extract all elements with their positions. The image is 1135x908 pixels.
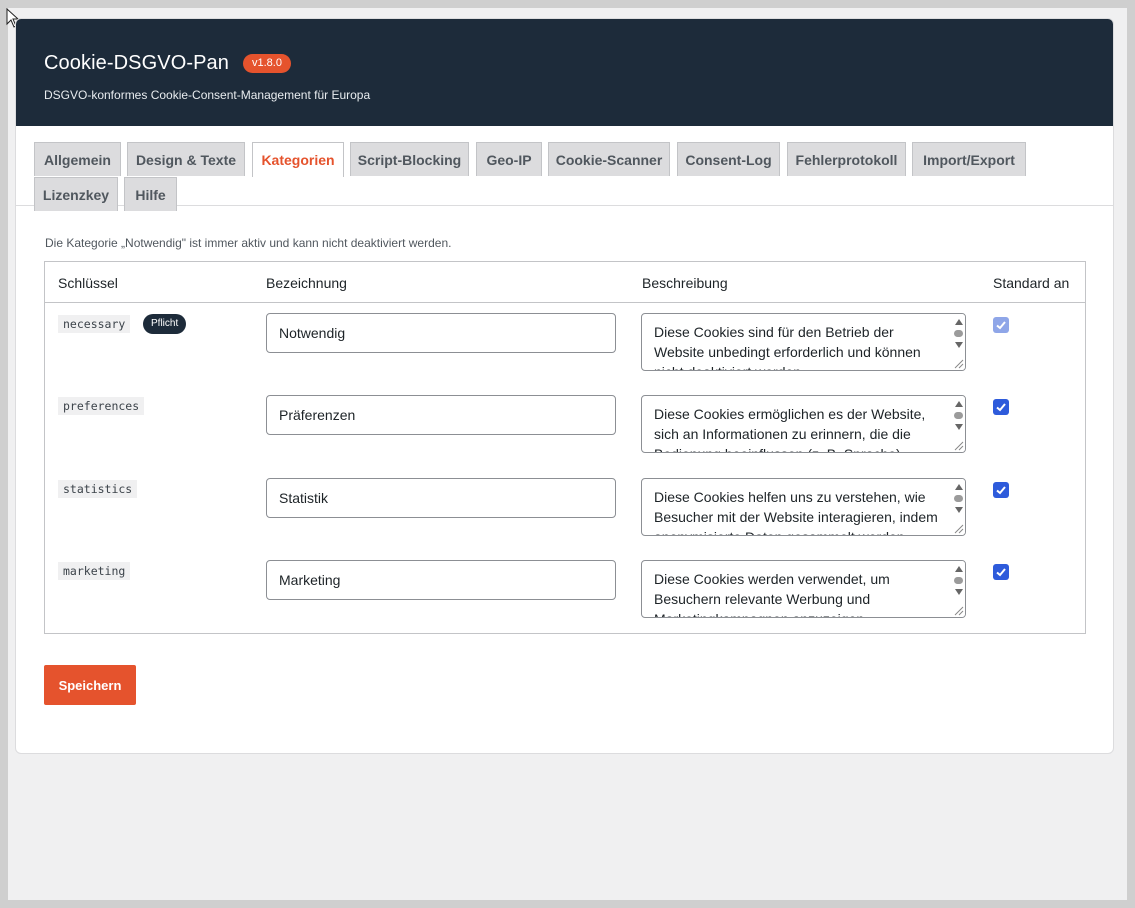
checkmark-icon	[996, 568, 1006, 577]
category-name-input[interactable]	[266, 395, 616, 435]
column-header-description: Beschreibung	[642, 275, 728, 291]
category-description-textarea[interactable]: Diese Cookies ermöglichen es der Website…	[641, 395, 966, 453]
category-key: marketing	[58, 562, 131, 580]
notice-text: Die Kategorie „Notwendig" ist immer akti…	[45, 236, 452, 250]
scroll-thumb[interactable]	[954, 495, 963, 502]
category-key: necessary	[58, 315, 131, 333]
tab-script-blocking[interactable]: Script-Blocking	[350, 142, 469, 176]
tab-hilfe[interactable]: Hilfe	[124, 177, 177, 211]
plugin-header: Cookie-DSGVO-Pan v1.8.0 DSGVO-konformes …	[16, 19, 1113, 126]
scroll-down-icon[interactable]	[955, 589, 963, 595]
scroll-up-icon[interactable]	[955, 566, 963, 572]
scroll-up-icon[interactable]	[955, 401, 963, 407]
scroll-down-icon[interactable]	[955, 507, 963, 513]
table-row: statistics Diese Cookies helfen uns zu v…	[45, 468, 1085, 550]
app-subtitle: DSGVO-konformes Cookie-Consent-Managemen…	[44, 88, 371, 102]
category-description-textarea[interactable]: Diese Cookies helfen uns zu verstehen, w…	[641, 478, 966, 536]
categories-table: Schlüssel Bezeichnung Beschreibung Stand…	[44, 261, 1086, 634]
tab-cookie-scanner[interactable]: Cookie-Scanner	[548, 142, 670, 176]
checkmark-icon	[996, 321, 1006, 330]
category-name-input[interactable]	[266, 560, 616, 600]
scroll-thumb[interactable]	[954, 412, 963, 419]
category-description-text: Diese Cookies sind für den Betrieb der W…	[654, 324, 921, 370]
tab-kategorien[interactable]: Kategorien	[252, 142, 344, 177]
category-name-input[interactable]	[266, 313, 616, 353]
column-header-key: Schlüssel	[58, 275, 118, 291]
tab-import-export[interactable]: Import/Export	[912, 142, 1026, 176]
scroll-up-icon[interactable]	[955, 484, 963, 490]
category-name-input[interactable]	[266, 478, 616, 518]
table-row: marketing Diese Cookies werden verwendet…	[45, 550, 1085, 632]
default-on-checkbox[interactable]	[993, 564, 1009, 580]
default-on-checkbox[interactable]	[993, 399, 1009, 415]
checkmark-icon	[996, 403, 1006, 412]
tab-allgemein[interactable]: Allgemein	[34, 142, 121, 176]
table-header: Schlüssel Bezeichnung Beschreibung Stand…	[45, 262, 1085, 303]
category-description-text: Diese Cookies ermöglichen es der Website…	[654, 406, 926, 452]
required-badge: Pflicht	[143, 314, 187, 334]
table-row: necessary Pflicht Diese Cookies sind für…	[45, 303, 1085, 385]
tab-lizenzkey[interactable]: Lizenzkey	[34, 177, 118, 211]
scroll-up-icon[interactable]	[955, 319, 963, 325]
tab-consent-log[interactable]: Consent-Log	[677, 142, 780, 176]
version-badge: v1.8.0	[243, 54, 291, 73]
save-button[interactable]: Speichern	[44, 665, 136, 705]
scroll-thumb[interactable]	[954, 577, 963, 584]
table-row: preferences Diese Cookies ermöglichen es…	[45, 385, 1085, 467]
scroll-down-icon[interactable]	[955, 342, 963, 348]
column-header-name: Bezeichnung	[266, 275, 347, 291]
settings-panel: Cookie-DSGVO-Pan v1.8.0 DSGVO-konformes …	[15, 18, 1114, 754]
app-title: Cookie-DSGVO-Pan	[44, 52, 229, 74]
checkmark-icon	[996, 486, 1006, 495]
column-header-default-on: Standard an	[993, 275, 1070, 291]
tab-bar: Allgemein Design & Texte Kategorien Scri…	[16, 126, 1113, 211]
tab-fehlerprotokoll[interactable]: Fehlerprotokoll	[787, 142, 906, 176]
default-on-checkbox[interactable]	[993, 482, 1009, 498]
category-description-text: Diese Cookies helfen uns zu verstehen, w…	[654, 489, 938, 535]
default-on-checkbox[interactable]	[993, 317, 1009, 333]
resize-handle-icon[interactable]	[952, 604, 964, 616]
category-key: statistics	[58, 480, 138, 498]
scroll-down-icon[interactable]	[955, 424, 963, 430]
resize-handle-icon[interactable]	[952, 357, 964, 369]
resize-handle-icon[interactable]	[952, 522, 964, 534]
category-description-text: Diese Cookies werden verwendet, um Besuc…	[654, 571, 890, 617]
scroll-thumb[interactable]	[954, 330, 963, 337]
category-key: preferences	[58, 397, 145, 415]
tab-geo-ip[interactable]: Geo-IP	[476, 142, 542, 176]
category-description-textarea[interactable]: Diese Cookies sind für den Betrieb der W…	[641, 313, 966, 371]
resize-handle-icon[interactable]	[952, 439, 964, 451]
tab-design-texte[interactable]: Design & Texte	[127, 142, 245, 176]
category-description-textarea[interactable]: Diese Cookies werden verwendet, um Besuc…	[641, 560, 966, 618]
